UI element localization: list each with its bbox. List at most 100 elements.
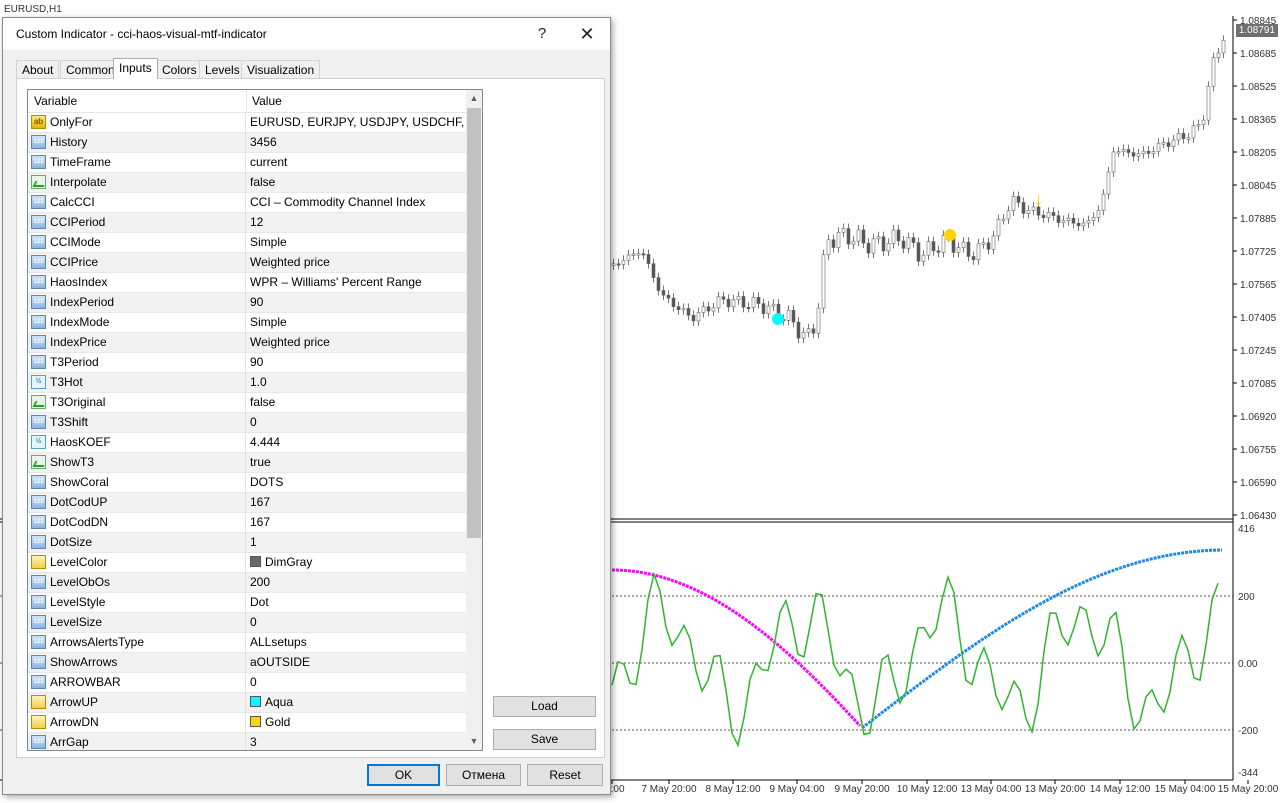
param-value[interactable]: Aqua [246, 693, 293, 712]
ok-button[interactable]: OK [367, 764, 440, 786]
param-value[interactable]: DimGray [246, 553, 312, 572]
param-value[interactable]: 167 [246, 513, 270, 532]
param-value[interactable]: ALLsetups [246, 633, 307, 652]
table-scrollbar[interactable]: ▲ ▼ [466, 90, 482, 750]
table-row[interactable]: 123 ShowCoral DOTS [28, 473, 466, 493]
table-row[interactable]: ArrowUP Aqua [28, 693, 466, 713]
table-row[interactable]: 123 DotCodDN 167 [28, 513, 466, 533]
param-value[interactable]: Weighted price [246, 333, 330, 352]
table-row[interactable]: Interpolate false [28, 173, 466, 193]
tab-common[interactable]: Common [60, 60, 121, 78]
param-value[interactable]: false [246, 393, 275, 412]
table-row[interactable]: 123 IndexMode Simple [28, 313, 466, 333]
table-row[interactable]: ShowT3 true [28, 453, 466, 473]
param-value[interactable]: 0 [246, 673, 257, 692]
param-value[interactable]: 3456 [246, 133, 277, 152]
param-name: IndexMode [50, 315, 110, 329]
column-header-variable[interactable]: Variable [28, 90, 247, 112]
param-value[interactable]: 1 [246, 533, 257, 552]
param-value[interactable]: 4.444 [246, 433, 280, 452]
param-value[interactable]: 90 [246, 293, 263, 312]
param-name: CalcCCI [50, 195, 95, 209]
close-button[interactable]: ✕ [567, 22, 607, 46]
table-row[interactable]: 123 IndexPrice Weighted price [28, 333, 466, 353]
table-row[interactable]: 123 DotSize 1 [28, 533, 466, 553]
table-row[interactable]: 123 CCIMode Simple [28, 233, 466, 253]
param-value[interactable]: 12 [246, 213, 263, 232]
reset-button[interactable]: Reset [527, 764, 603, 786]
scroll-down-icon[interactable]: ▼ [466, 733, 482, 750]
param-value[interactable]: Weighted price [246, 253, 330, 272]
table-row[interactable]: 123 CalcCCI CCI – Commodity Channel Index [28, 193, 466, 213]
param-value[interactable]: CCI – Commodity Channel Index [246, 193, 425, 212]
table-row[interactable]: 123 HaosIndex WPR – Williams' Percent Rang… [28, 273, 466, 293]
table-row[interactable]: ½ HaosKOEF 4.444 [28, 433, 466, 453]
cancel-button[interactable]: Отмена [446, 764, 521, 786]
param-value-text: current [250, 155, 288, 169]
dbl-type-icon: ½ [31, 375, 46, 389]
param-value[interactable]: Simple [246, 313, 287, 332]
param-value[interactable]: WPR – Williams' Percent Range [246, 273, 422, 292]
column-header-value[interactable]: Value [246, 90, 282, 112]
table-row[interactable]: 123 CCIPrice Weighted price [28, 253, 466, 273]
param-value[interactable]: 0 [246, 413, 257, 432]
table-row[interactable]: 123 LevelObOs 200 [28, 573, 466, 593]
table-row[interactable]: 123 TimeFrame current [28, 153, 466, 173]
param-value[interactable]: Dot [246, 593, 269, 612]
int-type-icon: 123 [31, 535, 46, 549]
table-row[interactable]: 123 LevelSize 0 [28, 613, 466, 633]
save-button[interactable]: Save [493, 729, 596, 750]
param-variable-cell: LevelColor [28, 553, 246, 572]
table-row[interactable]: ArrowDN Gold [28, 713, 466, 733]
dialog-titlebar[interactable]: Custom Indicator - cci-haos-visual-mtf-i… [3, 18, 610, 50]
scroll-up-icon[interactable]: ▲ [466, 90, 482, 107]
table-row[interactable]: 123 ArrowsAlertsType ALLsetups [28, 633, 466, 653]
tab-visualization[interactable]: Visualization [241, 60, 321, 78]
param-value[interactable]: Gold [246, 713, 290, 732]
color-swatch [250, 556, 261, 567]
candle-body [1191, 125, 1196, 139]
table-row[interactable]: 123 T3Period 90 [28, 353, 466, 373]
param-value[interactable]: 0 [246, 613, 257, 632]
param-value[interactable]: 167 [246, 493, 270, 512]
param-value[interactable]: DOTS [246, 473, 283, 492]
int-type-icon: 123 [31, 235, 46, 249]
int-type-icon: 123 [31, 635, 46, 649]
table-row[interactable]: 123 History 3456 [28, 133, 466, 153]
table-row[interactable]: 123 ArrGap 3 [28, 733, 466, 750]
table-row[interactable]: 123 ShowArrows aOUTSIDE [28, 653, 466, 673]
int-type-icon: 123 [31, 355, 46, 369]
candle-body [876, 236, 881, 240]
tab-levels[interactable]: Levels [199, 60, 246, 78]
scrollbar-thumb[interactable] [467, 108, 481, 538]
table-row[interactable]: 123 CCIPeriod 12 [28, 213, 466, 233]
candle-body [1166, 142, 1171, 147]
param-value[interactable]: 200 [246, 573, 270, 592]
param-value-text: Simple [250, 315, 287, 329]
load-button[interactable]: Load [493, 696, 596, 717]
table-row[interactable]: ab OnlyFor EURUSD, EURJPY, USDJPY, USDCHF,… [28, 113, 466, 148]
param-value[interactable]: 3 [246, 733, 257, 750]
param-value[interactable]: Simple [246, 233, 287, 252]
table-row[interactable]: 123 DotCodUP 167 [28, 493, 466, 513]
param-value[interactable]: 1.0 [246, 373, 267, 392]
table-row[interactable]: ½ T3Hot 1.0 [28, 373, 466, 393]
param-value[interactable]: 90 [246, 353, 263, 372]
param-value[interactable]: current [246, 153, 287, 172]
tab-inputs[interactable]: Inputs [113, 58, 158, 79]
param-value[interactable]: aOUTSIDE [246, 653, 310, 672]
table-row[interactable]: 123 LevelStyle Dot [28, 593, 466, 613]
help-button[interactable]: ? [522, 22, 562, 46]
tab-colors[interactable]: Colors [156, 60, 203, 78]
candle-body [661, 290, 666, 296]
table-row[interactable]: T3Original false [28, 393, 466, 413]
price-tick-label: 1.08045 [1240, 181, 1277, 192]
tab-about[interactable]: About [16, 60, 60, 78]
param-value[interactable]: false [246, 173, 275, 192]
table-row[interactable]: 123 ARROWBAR 0 [28, 673, 466, 693]
table-row[interactable]: LevelColor DimGray [28, 553, 466, 573]
param-value[interactable]: true [246, 453, 271, 472]
table-row[interactable]: 123 IndexPeriod 90 [28, 293, 466, 313]
table-row[interactable]: 123 T3Shift 0 [28, 413, 466, 433]
param-value[interactable]: EURUSD, EURJPY, USDJPY, USDCHF, ... [246, 113, 466, 148]
